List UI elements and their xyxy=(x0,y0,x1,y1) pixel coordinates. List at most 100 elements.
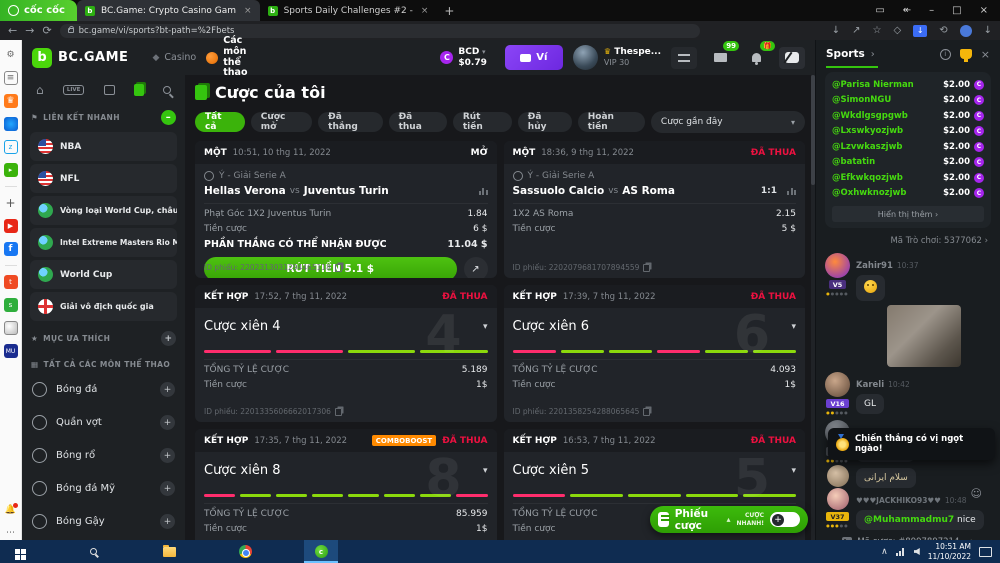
bet-card-combo-4[interactable]: KẾT HỢP17:52, 7 thg 11, 2022ĐÃ THUA Cược… xyxy=(195,285,497,422)
avatar[interactable] xyxy=(825,372,850,397)
game-id-link[interactable]: Mã Trò chơi: 5377062 › xyxy=(816,232,1000,248)
sidebar-item-national-league[interactable]: Giải vô địch quốc gia xyxy=(30,292,177,321)
filter-lost[interactable]: Đã thua xyxy=(389,112,447,132)
zalo-icon[interactable]: z xyxy=(4,140,18,154)
download-manager-icon[interactable]: ↓ xyxy=(913,25,927,37)
maximize-button[interactable]: □ xyxy=(952,5,961,16)
chevron-right-icon[interactable]: › xyxy=(871,49,875,60)
add-favorite-button[interactable]: + xyxy=(161,331,176,346)
coccoc-brand-button[interactable]: cốc cốc xyxy=(0,0,77,21)
live-icon[interactable]: LIVE xyxy=(63,85,85,95)
back-icon[interactable]: ← xyxy=(8,24,17,37)
combo-title-row[interactable]: Cược xiên 44▾ xyxy=(204,313,488,348)
close-chat-icon[interactable]: × xyxy=(981,48,990,61)
sidebar-item-nba[interactable]: NBA xyxy=(30,132,177,161)
volume-icon[interactable] xyxy=(914,548,920,555)
crown-rewards-icon[interactable]: ♛ xyxy=(4,94,18,108)
settings-gear-icon[interactable]: ⚙ xyxy=(4,48,18,62)
winner-row[interactable]: @Wkdlgsgpgwb$2.00C xyxy=(832,108,984,124)
avatar[interactable] xyxy=(827,465,849,487)
games-gamepad-icon[interactable]: ▸ xyxy=(4,163,18,177)
bet-card-combo-8[interactable]: KẾT HỢP17:35, 7 thg 11, 2022COMBOBOOSTĐÃ… xyxy=(195,429,497,540)
combo-title-row[interactable]: Cược xiên 88▾ xyxy=(204,457,488,492)
tab-sports-challenges[interactable]: bSports Daily Challenges #2 -× xyxy=(260,0,437,21)
reload-icon[interactable]: ⟳ xyxy=(42,24,51,37)
nav-casino[interactable]: ◆ Casino xyxy=(152,52,196,63)
sidebar-item-world-cup[interactable]: World Cup xyxy=(30,260,177,289)
expand-icon[interactable]: + xyxy=(160,415,175,430)
back-to-icon[interactable]: ↞ xyxy=(903,5,911,16)
chevron-down-icon[interactable]: ▾ xyxy=(483,466,488,476)
calendar-icon[interactable] xyxy=(104,85,115,95)
quick-bet-toggle[interactable] xyxy=(770,512,800,527)
expand-icon[interactable]: + xyxy=(160,481,175,496)
shop-icon[interactable]: s xyxy=(4,298,18,312)
wallet-button[interactable]: Ví xyxy=(505,45,563,70)
filter-won[interactable]: Đã thắng xyxy=(318,112,382,132)
search-icon[interactable] xyxy=(163,86,171,94)
currency-selector[interactable]: C BCD ▾$0.79 xyxy=(440,47,486,69)
sort-dropdown[interactable]: Cược gần đây▾ xyxy=(651,111,805,133)
collapse-quick-links-button[interactable]: – xyxy=(161,110,176,125)
chevron-down-icon[interactable]: ▾ xyxy=(791,322,796,332)
winner-row[interactable]: @Oxhwknozjwb$2.00C xyxy=(832,186,984,202)
bet-card-combo-6[interactable]: KẾT HỢP17:39, 7 thg 11, 2022ĐÃ THUA Cược… xyxy=(504,285,806,422)
action-center-icon[interactable] xyxy=(979,547,992,557)
mention[interactable]: @Muhammadmu7 xyxy=(864,515,954,525)
more-options-icon[interactable]: ⋯ xyxy=(4,526,18,540)
share-icon[interactable]: ↗ xyxy=(852,25,860,36)
bet-card-single-open[interactable]: MỘT10:51, 10 thg 11, 2022MỞ Ý - Giải Ser… xyxy=(195,141,497,278)
bcgame-logo[interactable]: b BC.GAME xyxy=(32,48,128,68)
user-profile[interactable]: ♛ Thespe...VIP 30 xyxy=(573,45,661,70)
tab-bcgame[interactable]: bBC.Game: Crypto Casino Gam× xyxy=(77,0,260,21)
chat-username[interactable]: Kareli xyxy=(856,380,884,390)
winner-row[interactable]: @batatin$2.00C xyxy=(832,155,984,171)
capture-icon[interactable]: ▭ xyxy=(875,5,884,16)
adblock-shield-icon[interactable]: ◇ xyxy=(894,25,902,36)
chevron-down-icon[interactable]: ▾ xyxy=(483,322,488,332)
sidebar-item-iem-rio[interactable]: Intel Extreme Masters Rio Major 2022 xyxy=(30,228,177,257)
stats-icon[interactable] xyxy=(787,188,796,195)
chat-channel-tab[interactable]: Sports xyxy=(826,48,865,60)
bookmark-star-icon[interactable]: ☆ xyxy=(873,25,882,36)
filter-open[interactable]: Cược mở xyxy=(251,112,312,132)
forward-icon[interactable]: → xyxy=(25,24,34,37)
trophy-icon[interactable] xyxy=(960,49,972,59)
tray-expand-icon[interactable]: ∧ xyxy=(881,547,888,557)
sidebar-item-cricket[interactable]: Bóng Gậy+ xyxy=(22,505,185,538)
chat-username[interactable]: Zahir91 xyxy=(856,261,893,271)
chat-toggle-button[interactable] xyxy=(779,47,805,69)
taskbar-search[interactable] xyxy=(76,540,110,563)
show-more-button[interactable]: Hiển thị thêm › xyxy=(832,206,984,222)
save-page-icon[interactable]: ↓ xyxy=(832,25,840,36)
network-icon[interactable] xyxy=(896,548,906,556)
add-shortcut-icon[interactable]: + xyxy=(4,196,18,210)
filter-all[interactable]: Tất cả xyxy=(195,112,245,132)
youtube-icon[interactable]: ▶ xyxy=(4,219,18,233)
copy-icon[interactable] xyxy=(643,408,650,416)
minimize-button[interactable]: – xyxy=(929,5,934,16)
tab-close-icon[interactable]: × xyxy=(244,6,252,16)
new-tab-button[interactable]: + xyxy=(444,4,454,18)
copy-icon[interactable] xyxy=(643,264,650,272)
expand-icon[interactable]: + xyxy=(160,514,175,529)
sidebar-item-wc-qualifiers[interactable]: Vòng loại World Cup, châu Âu xyxy=(30,196,177,225)
tab-close-icon[interactable]: × xyxy=(421,6,429,16)
file-explorer[interactable] xyxy=(152,540,186,563)
winner-row[interactable]: @Lxswkyozjwb$2.00C xyxy=(832,124,984,140)
start-button[interactable] xyxy=(0,540,34,563)
inbox-button[interactable]: 99 xyxy=(707,47,733,69)
stats-icon[interactable] xyxy=(479,188,488,195)
share-bet-button[interactable]: ↗ xyxy=(464,257,488,278)
taskbar-clock[interactable]: 10:51 AM11/10/2022 xyxy=(928,542,971,561)
info-icon[interactable]: i xyxy=(940,49,951,60)
avatar[interactable] xyxy=(825,253,850,278)
filter-cashout[interactable]: Rút tiền xyxy=(453,112,512,132)
filter-refund[interactable]: Hoàn tiền xyxy=(578,112,645,132)
chevron-down-icon[interactable]: ▾ xyxy=(791,466,796,476)
expand-icon[interactable]: + xyxy=(160,448,175,463)
winner-row[interactable]: @SimonNGU$2.00C xyxy=(832,93,984,109)
sidebar-item-tennis[interactable]: Quần vợt+ xyxy=(22,406,185,439)
downloads-icon[interactable]: ↓ xyxy=(984,25,992,36)
copy-icon[interactable] xyxy=(335,264,342,272)
